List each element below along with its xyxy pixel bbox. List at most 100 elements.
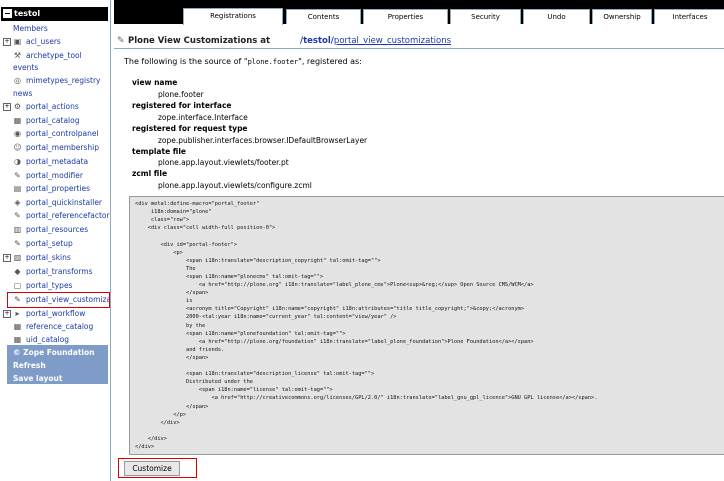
code-line: 2000-<tal:year i18n:name="current_year" …	[135, 314, 397, 321]
tab-registrations[interactable]: Registrations	[183, 8, 283, 25]
tab-bar: Registrations Contents Properties Securi…	[114, 0, 724, 25]
tree-item-label[interactable]: portal_skins	[26, 251, 71, 264]
tree-item-label[interactable]: portal_resources	[26, 223, 88, 236]
properties-icon: ▤	[13, 184, 22, 193]
catalog-icon: ▦	[13, 322, 22, 331]
code-line: <span i18n:name="plonecms" tal:omit-tag=…	[135, 273, 324, 280]
tree-item-label[interactable]: acl_users	[26, 35, 61, 48]
breadcrumb-root[interactable]: /testol/	[300, 36, 334, 46]
code-line: The	[135, 265, 196, 272]
refresh-link[interactable]: Refresh	[13, 361, 46, 370]
tree-item-label[interactable]: portal_controlpanel	[26, 127, 99, 140]
code-line: and friends.	[135, 346, 225, 353]
tab-interfaces[interactable]: Interfaces	[654, 9, 724, 24]
tree-item[interactable]: ✎ portal_modifier	[0, 169, 110, 182]
tree-item[interactable]: ◑ portal_metadata	[0, 155, 110, 168]
tree-item-label[interactable]: portal_referencefactoris	[26, 209, 110, 222]
tree-item[interactable]: events	[0, 61, 110, 74]
tree-item-label[interactable]: portal_modifier	[26, 169, 83, 182]
code-line: <a href="http://plone.org/foundation" i1…	[135, 338, 534, 345]
tree-item-label[interactable]: portal_catalog	[26, 114, 80, 127]
tree-item[interactable]: ▦ reference_catalog	[0, 320, 110, 333]
tree-item[interactable]: ◆ portal_transforms	[0, 265, 110, 278]
tab-properties[interactable]: Properties	[363, 9, 448, 24]
breadcrumb: /testol/portal_view_customizations	[300, 33, 451, 49]
controlpanel-icon: ◉	[14, 129, 21, 138]
tree-item-label[interactable]: portal_transforms	[26, 265, 92, 278]
tree-item[interactable]: + ▧ portal_skins	[0, 251, 110, 264]
tree-item[interactable]: ▥ portal_resources	[0, 223, 110, 236]
tree-item[interactable]: ▦ portal_catalog	[0, 114, 110, 127]
tree-item[interactable]: ▢ portal_types	[0, 279, 110, 292]
zope-foundation-link[interactable]: © Zope Foundation	[13, 348, 95, 357]
intro-suffix: ", registered as:	[298, 57, 362, 66]
tree-item[interactable]: ▤ portal_properties	[0, 182, 110, 195]
tree-item-label[interactable]: mimetypes_registry	[26, 74, 100, 87]
breadcrumb-link[interactable]: portal_view_customizations	[334, 36, 451, 46]
zmi-tree-pane: testol Members + ▣ acl_users ⚒ archetype_tool…	[0, 0, 111, 481]
tree-item[interactable]: ◈ portal_quickinstaller	[0, 196, 110, 209]
tree-footer-panel: © Zope Foundation Refresh Save layout	[7, 345, 108, 384]
code-line: <acronym title="Copyright" i18n:name="co…	[135, 306, 525, 313]
tree-item-label[interactable]: portal_setup	[26, 237, 73, 250]
code-line: is	[135, 298, 193, 305]
pencil-icon: ✎	[117, 36, 125, 46]
tree-item[interactable]: + ▸ portal_workflow	[0, 307, 110, 320]
code-line: <a href="http://creativecommons.org/lice…	[135, 395, 598, 402]
tree-item[interactable]: Members	[0, 22, 110, 35]
tab-ownership[interactable]: Ownership	[592, 9, 652, 24]
workflow-icon: ▸	[15, 309, 20, 318]
tree-item[interactable]: ✎ portal_referencefactoris	[0, 209, 110, 222]
template-source-code[interactable]: <div metal:define-macro="portal_footer" …	[129, 196, 724, 455]
expand-icon[interactable]: +	[3, 103, 11, 111]
value-interface: zope.interface.Interface	[158, 113, 248, 122]
tree-item-label[interactable]: events	[13, 61, 38, 74]
term-zcml-file: zcml file	[132, 169, 168, 178]
intro-prefix: The following is the source of "	[124, 57, 248, 66]
tree-item-label[interactable]: Members	[13, 22, 48, 35]
tree-item-label[interactable]: portal_workflow	[26, 307, 85, 320]
main-content: Registrations Contents Properties Securi…	[114, 0, 724, 481]
code-line: <span i18n:name="license" tal:omit-tag="…	[135, 387, 333, 394]
tree-item[interactable]: + ⚙ portal_actions	[0, 100, 110, 113]
tree-item[interactable]: ☺ portal_membership	[0, 141, 110, 154]
tree-item-label[interactable]: portal_actions	[26, 100, 79, 113]
expand-icon[interactable]: +	[3, 254, 11, 262]
customize-button[interactable]: Customize	[124, 461, 180, 476]
code-line: <span i18n:name="plonefoundation" tal:om…	[135, 330, 346, 337]
tree-item-label[interactable]: news	[13, 87, 32, 100]
tree-item[interactable]: news	[0, 87, 110, 100]
tree-item[interactable]: ◎ mimetypes_registry	[0, 74, 110, 87]
tab-security[interactable]: Security	[450, 9, 521, 24]
code-line: </span>	[135, 403, 209, 410]
term-interface: registered for interface	[132, 101, 232, 110]
tree-item-label[interactable]: portal_properties	[26, 182, 90, 195]
setup-icon: ✎	[14, 239, 21, 248]
expand-icon[interactable]: +	[3, 38, 11, 46]
value-view-name: plone.footer	[158, 90, 204, 99]
code-line: </span>	[135, 354, 209, 361]
value-template-file: plone.app.layout.viewlets/footer.pt	[158, 158, 289, 167]
tree-item[interactable]: ◉ portal_controlpanel	[0, 127, 110, 140]
tree-item-label[interactable]: portal_types	[26, 279, 72, 292]
code-line: <div metal:define-macro="portal_footer"	[135, 201, 260, 207]
code-line: i18n:domain="plone"	[135, 209, 212, 216]
folder-icon: ▣	[13, 37, 22, 46]
tree-item-label[interactable]: portal_quickinstaller	[26, 196, 102, 209]
metadata-icon: ◑	[14, 157, 21, 166]
expand-icon[interactable]: +	[3, 310, 11, 318]
tree-item[interactable]: ✎ portal_setup	[0, 237, 110, 250]
tree-item[interactable]: + ▣ acl_users	[0, 35, 110, 48]
save-layout-link[interactable]: Save layout	[13, 374, 62, 383]
catalog-icon: ▦	[13, 116, 22, 125]
tree-root[interactable]: testol	[1, 7, 108, 21]
tree-root-label[interactable]: testol	[14, 9, 40, 18]
tab-undo[interactable]: Undo	[523, 9, 590, 24]
code-line: </span>	[135, 290, 209, 297]
tree-item-label[interactable]: reference_catalog	[26, 320, 93, 333]
tab-contents[interactable]: Contents	[286, 9, 361, 24]
collapse-icon[interactable]	[3, 9, 12, 18]
customize-highlight: Customize	[118, 458, 197, 478]
tree-item-label[interactable]: portal_metadata	[26, 155, 88, 168]
tree-item-label[interactable]: portal_membership	[26, 141, 99, 154]
